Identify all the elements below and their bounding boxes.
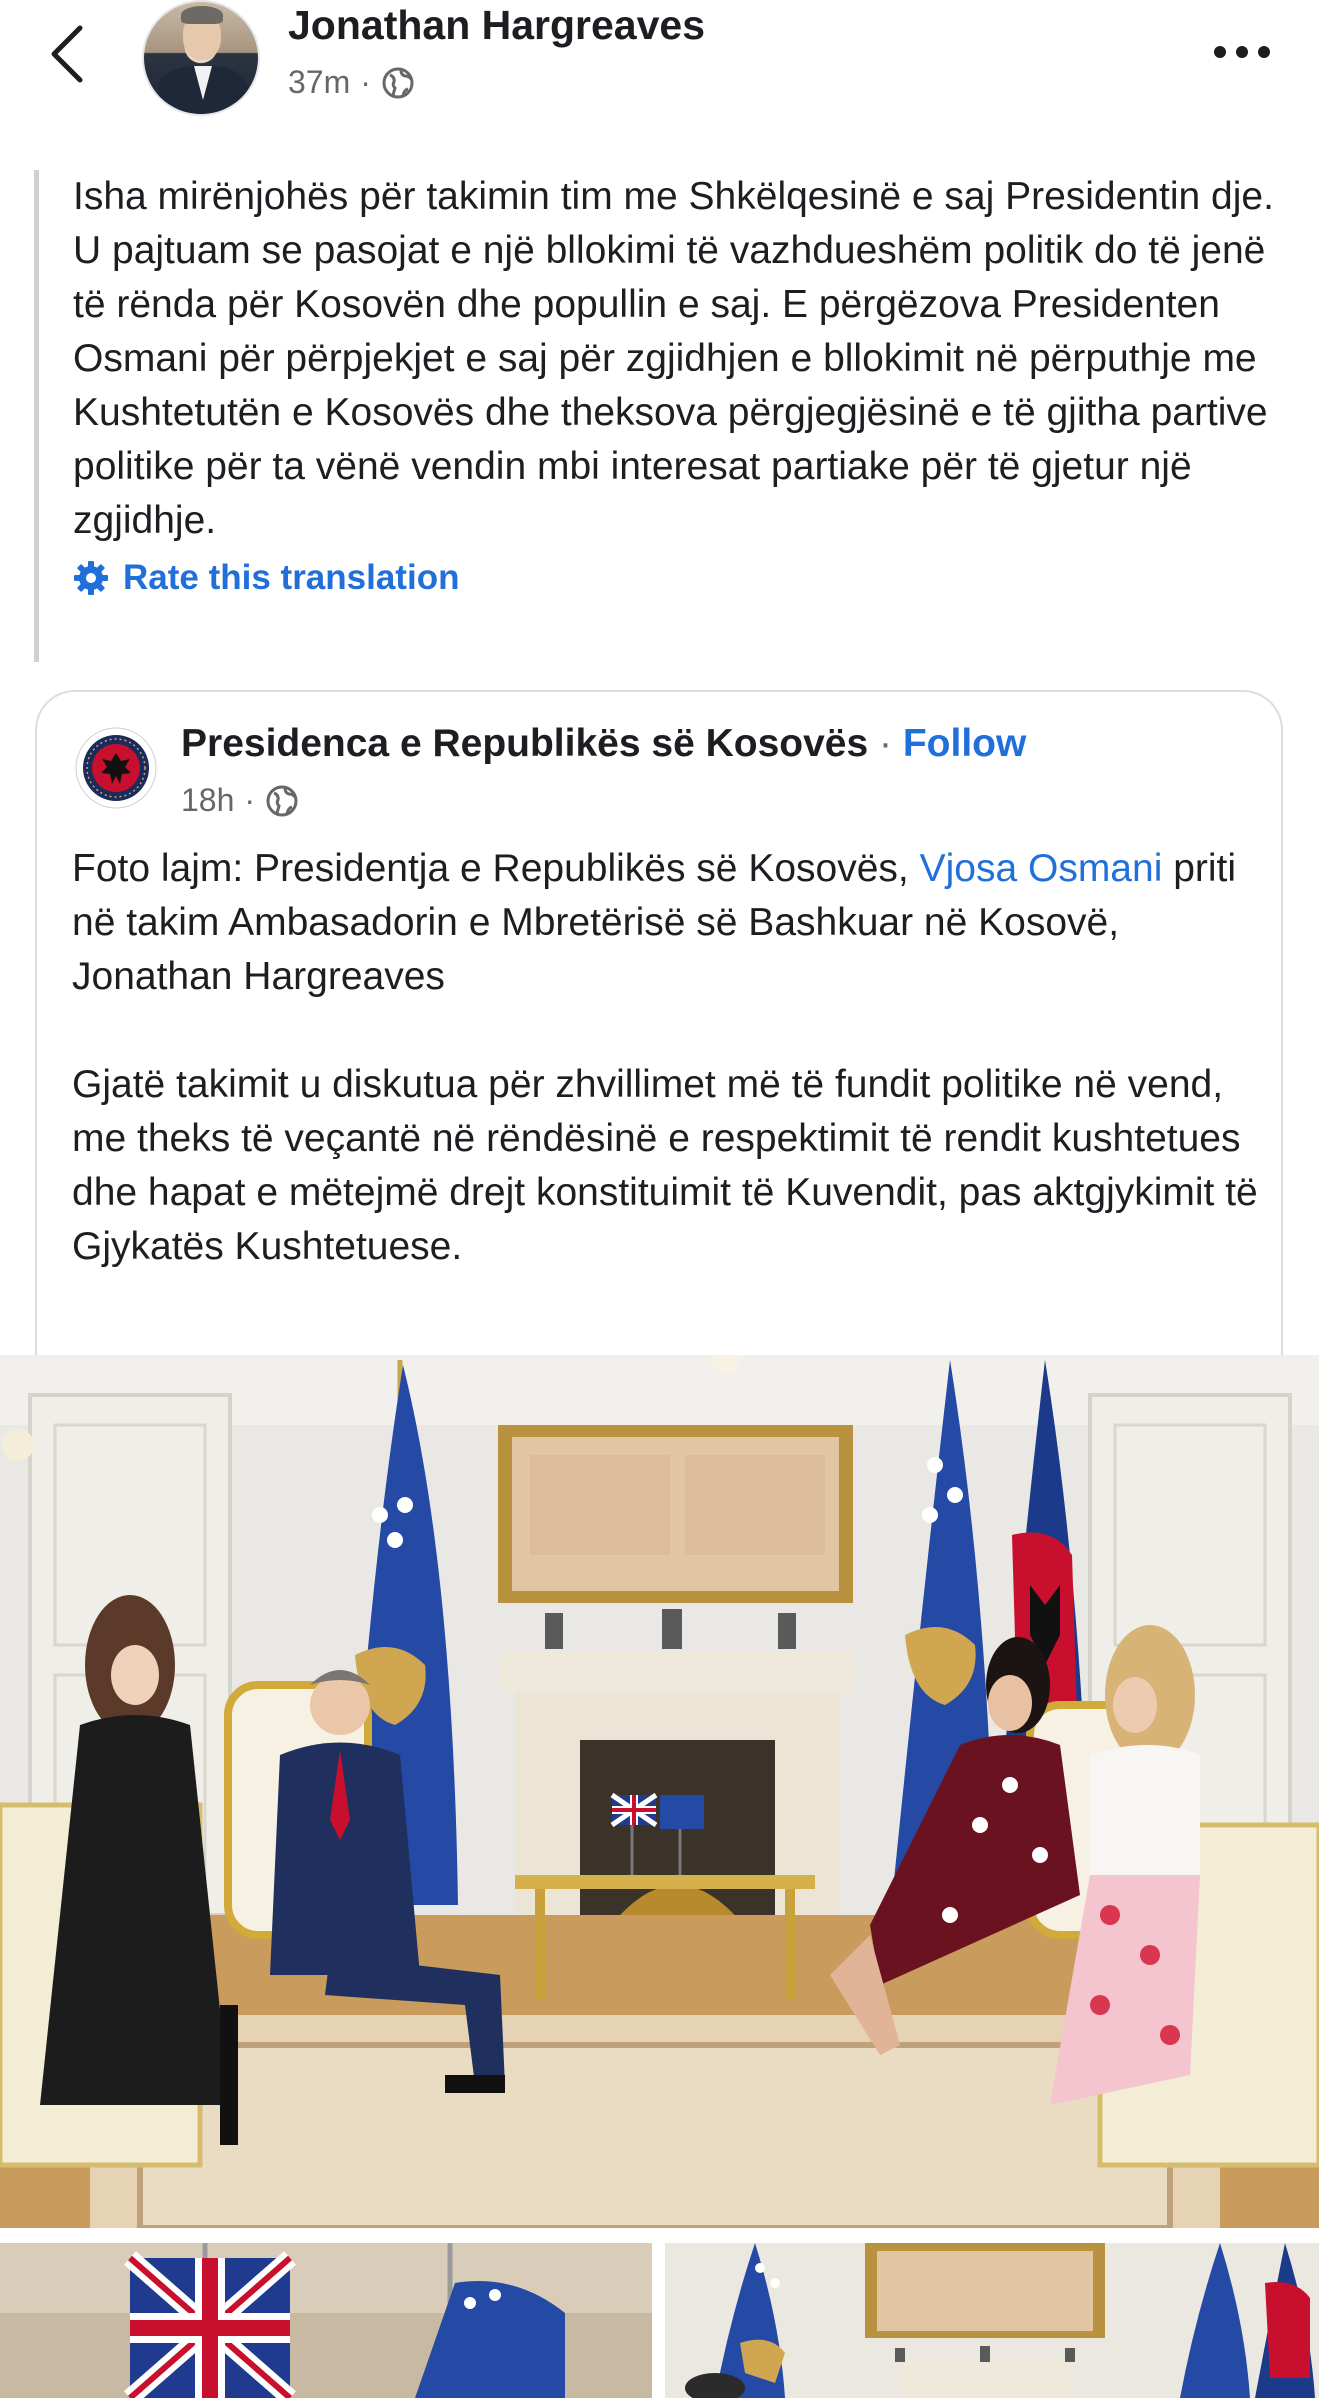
shared-post-time[interactable]: 18h <box>181 782 234 819</box>
follow-button[interactable]: Follow <box>903 722 1026 765</box>
translated-post-text: Isha mirënjohës për takimin tim me Shkël… <box>34 170 1294 662</box>
shared-post-text: Foto lajm: Presidentja e Republikës së K… <box>72 842 1262 1274</box>
shared-page-name-row: Presidenca e Republikës së Kosovës · Fol… <box>181 722 1026 766</box>
shared-post-meta: 18h · <box>181 782 299 819</box>
meeting-photo[interactable] <box>0 1355 1319 2228</box>
globe-icon <box>382 67 414 98</box>
shared-meta-separator: · <box>244 782 256 818</box>
kosovo-presidency-emblem[interactable] <box>75 727 157 809</box>
post-header: Jonathan Hargreaves 37m · <box>0 0 1319 130</box>
post-meta: 37m · <box>288 64 415 101</box>
shared-page-name[interactable]: Presidenca e Republikës së Kosovës <box>181 722 868 765</box>
translation-body: Isha mirënjohës për takimin tim me Shkël… <box>73 175 1274 542</box>
gear-icon <box>74 561 108 595</box>
rate-translation-link[interactable]: Rate this translation <box>73 558 1294 598</box>
paragraph-1-start: Foto lajm: Presidentja e Republikës së K… <box>72 847 920 890</box>
name-separator: · <box>879 722 893 765</box>
globe-icon <box>266 785 298 816</box>
shared-paragraph-1: Foto lajm: Presidentja e Republikës së K… <box>72 842 1262 1004</box>
shared-post-card[interactable]: Presidenca e Republikës së Kosovës · Fol… <box>35 690 1283 1410</box>
more-horizontal-icon[interactable] <box>1212 44 1272 60</box>
author-name[interactable]: Jonathan Hargreaves <box>288 2 705 49</box>
vjosa-osmani-link[interactable]: Vjosa Osmani <box>920 847 1163 890</box>
post-time[interactable]: 37m <box>288 64 350 101</box>
rate-translation-label: Rate this translation <box>123 558 460 597</box>
flags-closeup-photo[interactable] <box>0 2243 652 2398</box>
office-wide-photo[interactable] <box>665 2243 1319 2398</box>
chevron-left-icon[interactable] <box>44 22 94 86</box>
shared-paragraph-2: Gjatë takimit u diskutua për zhvillimet … <box>72 1063 1258 1268</box>
meta-separator: · <box>360 64 371 100</box>
author-avatar[interactable] <box>142 0 260 116</box>
